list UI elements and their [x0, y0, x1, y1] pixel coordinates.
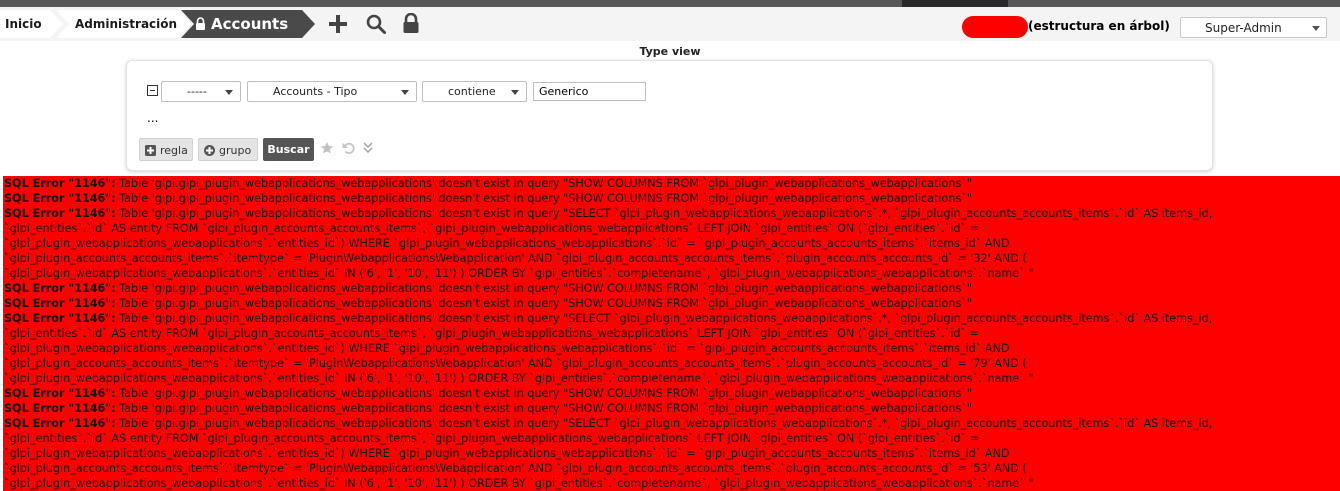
double-chevron-down-icon[interactable]: [363, 142, 373, 154]
sql-error-label: SQL Error "1146":: [4, 282, 116, 295]
plus-icon[interactable]: [328, 14, 348, 34]
link-select-value: -----: [187, 85, 207, 98]
sql-error-text: `glpi_plugin_webapplications_webapplicat…: [4, 477, 1034, 490]
sql-error-label: SQL Error "1146":: [4, 177, 116, 190]
chevron-down-icon: [1312, 26, 1320, 31]
operator-select-value: contiene: [448, 85, 496, 98]
search-submit-button[interactable]: Buscar: [263, 138, 314, 161]
sql-error-text: `glpi_plugin_accounts_accounts_items`.`i…: [4, 252, 1027, 265]
sql-error-label: SQL Error "1146":: [4, 297, 116, 310]
sql-error-text: Table 'glpi.glpi_plugin_webapplications_…: [115, 207, 1213, 220]
field-select[interactable]: Accounts - Tipo: [247, 81, 417, 102]
more-criteria[interactable]: ...: [147, 111, 158, 125]
sql-error-text: `glpi_plugin_webapplications_webapplicat…: [4, 447, 1010, 460]
profile-select[interactable]: Super-Admin: [1180, 17, 1327, 38]
search-value-input[interactable]: [533, 82, 646, 101]
sql-error-line: `glpi_plugin_webapplications_webapplicat…: [3, 236, 1340, 251]
sql-error-text: `glpi_plugin_webapplications_webapplicat…: [4, 237, 1010, 250]
sql-error-line: `glpi_entities`.`id` AS entity FROM `glp…: [3, 221, 1340, 236]
sql-error-line: `glpi_plugin_webapplications_webapplicat…: [3, 266, 1340, 281]
sql-error-label: SQL Error "1146":: [4, 207, 116, 220]
breadcrumb-admin-label: Administración: [75, 17, 178, 31]
sql-error-label: SQL Error "1146":: [4, 192, 116, 205]
profile-select-value: Super-Admin: [1205, 21, 1282, 35]
sql-error-text: `glpi_entities`.`id` AS entity FROM `glp…: [4, 327, 979, 340]
sql-error-text: Table 'glpi.glpi_plugin_webapplications_…: [115, 192, 973, 205]
add-rule-button[interactable]: regla: [139, 138, 193, 161]
chevron-down-icon: [401, 90, 409, 95]
sql-error-text: Table 'glpi.glpi_plugin_webapplications_…: [115, 417, 1213, 430]
breadcrumb-accounts-label: Accounts: [211, 15, 289, 33]
search-icon[interactable]: [366, 14, 386, 34]
sql-error-line: SQL Error "1146": Table 'glpi.glpi_plugi…: [3, 206, 1340, 221]
sql-error-text: `glpi_plugin_webapplications_webapplicat…: [4, 267, 1034, 280]
sql-error-text: Table 'glpi.glpi_plugin_webapplications_…: [115, 387, 973, 400]
chevron-down-icon: [511, 90, 519, 95]
sql-error-list: SQL Error "1146": Table 'glpi.glpi_plugi…: [3, 176, 1340, 491]
sql-error-line: SQL Error "1146": Table 'glpi.glpi_plugi…: [3, 191, 1340, 206]
sql-error-line: SQL Error "1146": Table 'glpi.glpi_plugi…: [3, 311, 1340, 326]
sql-error-line: SQL Error "1146": Table 'glpi.glpi_plugi…: [3, 401, 1340, 416]
sql-error-line: `glpi_plugin_accounts_accounts_items`.`i…: [3, 461, 1340, 476]
breadcrumb-administration[interactable]: Administración: [56, 10, 191, 38]
sql-error-label: SQL Error "1146":: [4, 402, 116, 415]
sql-error-text: `glpi_plugin_accounts_accounts_items`.`i…: [4, 357, 1027, 370]
sql-error-line: `glpi_entities`.`id` AS entity FROM `glp…: [3, 326, 1340, 341]
sql-error-line: SQL Error "1146": Table 'glpi.glpi_plugi…: [3, 296, 1340, 311]
top-strip: [0, 0, 1340, 7]
sql-error-text: Table 'glpi.glpi_plugin_webapplications_…: [115, 297, 973, 310]
undo-icon[interactable]: [342, 141, 356, 155]
sql-error-line: `glpi_plugin_accounts_accounts_items`.`i…: [3, 356, 1340, 371]
sql-error-text: `glpi_plugin_accounts_accounts_items`.`i…: [4, 462, 1027, 475]
sql-error-line: SQL Error "1146": Table 'glpi.glpi_plugi…: [3, 281, 1340, 296]
lock-icon[interactable]: [401, 13, 421, 33]
sql-error-line: SQL Error "1146": Table 'glpi.glpi_plugi…: [3, 176, 1340, 191]
sql-error-line: `glpi_entities`.`id` AS entity FROM `glp…: [3, 431, 1340, 446]
sql-error-line: `glpi_plugin_webapplications_webapplicat…: [3, 341, 1340, 356]
sql-error-line: `glpi_plugin_accounts_accounts_items`.`i…: [3, 251, 1340, 266]
star-icon[interactable]: [320, 141, 334, 155]
sql-error-text: Table 'glpi.glpi_plugin_webapplications_…: [115, 177, 973, 190]
sql-error-line: `glpi_plugin_webapplications_webapplicat…: [3, 371, 1340, 386]
add-group-button[interactable]: grupo: [198, 138, 258, 161]
link-select[interactable]: -----: [161, 81, 241, 102]
sql-error-label: SQL Error "1146":: [4, 417, 116, 430]
sql-error-text: `glpi_entities`.`id` AS entity FROM `glp…: [4, 222, 979, 235]
sql-error-line: `glpi_plugin_webapplications_webapplicat…: [3, 476, 1340, 491]
add-group-label: grupo: [219, 144, 252, 157]
sql-error-text: Table 'glpi.glpi_plugin_webapplications_…: [115, 282, 973, 295]
sql-error-text: `glpi_plugin_webapplications_webapplicat…: [4, 342, 1010, 355]
redacted-entity: [962, 16, 1028, 38]
search-title: Type view: [639, 45, 701, 58]
sql-error-line: SQL Error "1146": Table 'glpi.glpi_plugi…: [3, 416, 1340, 431]
top-strip-tab: [902, 0, 1008, 7]
sql-error-text: `glpi_plugin_webapplications_webapplicat…: [4, 372, 1034, 385]
sql-error-label: SQL Error "1146":: [4, 312, 116, 325]
plus-circle-icon: [204, 145, 215, 156]
field-select-value: Accounts - Tipo: [273, 85, 358, 98]
lock-icon: [195, 17, 206, 30]
add-rule-label: regla: [160, 144, 188, 157]
plus-square-icon: [145, 145, 156, 156]
sql-error-text: `glpi_entities`.`id` AS entity FROM `glp…: [4, 432, 979, 445]
breadcrumb-home-label: Inicio: [5, 17, 42, 31]
sql-error-text: Table 'glpi.glpi_plugin_webapplications_…: [115, 312, 1213, 325]
entity-tree-label[interactable]: (estructura en árbol): [1028, 19, 1170, 33]
breadcrumb-home[interactable]: Inicio: [0, 10, 63, 38]
sql-error-label: SQL Error "1146":: [4, 387, 116, 400]
sql-error-line: `glpi_plugin_webapplications_webapplicat…: [3, 446, 1340, 461]
sql-error-text: Table 'glpi.glpi_plugin_webapplications_…: [115, 402, 973, 415]
search-panel: ----- Accounts - Tipo contiene ... regla…: [126, 60, 1213, 171]
breadcrumb-accounts[interactable]: Accounts: [181, 10, 315, 38]
operator-select[interactable]: contiene: [422, 81, 527, 102]
sql-error-line: SQL Error "1146": Table 'glpi.glpi_plugi…: [3, 386, 1340, 401]
chevron-down-icon: [225, 90, 233, 95]
remove-criteria-icon[interactable]: [147, 85, 158, 96]
